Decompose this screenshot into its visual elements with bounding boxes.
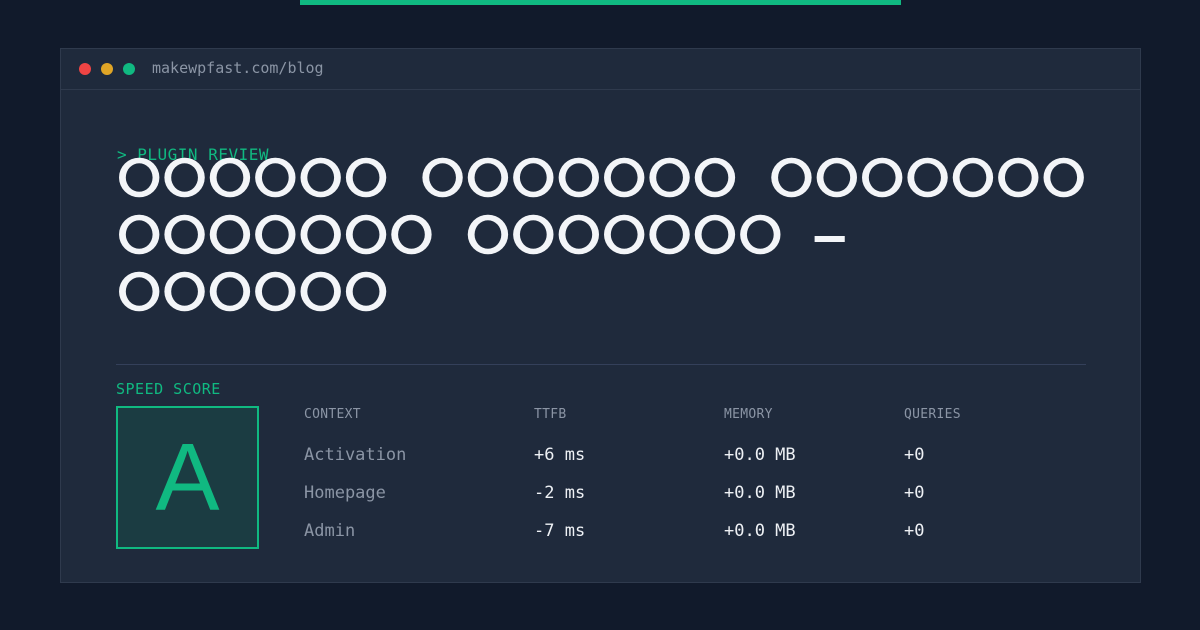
window-titlebar: makewpfast.com/blog <box>61 49 1140 90</box>
table-row: Activation +6 ms +0.0 MB +0 <box>304 443 1104 467</box>
speed-grade-badge: A <box>116 406 259 549</box>
column-header-context: CONTEXT <box>304 407 361 422</box>
article-title-line-2: ⵔⵔⵔⵔⵔⵔⵔ ⵔⵔⵔⵔⵔⵔⵔ — ⵔⵔⵔⵔⵔⵔ <box>117 207 846 322</box>
row-context: Homepage <box>304 483 386 503</box>
table-row: Admin -7 ms +0.0 MB +0 <box>304 519 1104 543</box>
article-title-line-1: ⵔⵔⵔⵔⵔⵔ ⵔⵔⵔⵔⵔⵔⵔ ⵔⵔⵔⵔⵔⵔⵔ <box>117 150 1087 208</box>
row-memory: +0.0 MB <box>724 521 796 541</box>
column-header-memory: MEMORY <box>724 407 773 422</box>
section-divider <box>116 364 1086 365</box>
row-context: Admin <box>304 521 356 541</box>
row-ttfb: -2 ms <box>534 483 586 503</box>
speed-score-label: SPEED SCORE <box>116 380 221 398</box>
row-memory: +0.0 MB <box>724 483 796 503</box>
top-accent-bar <box>300 0 901 5</box>
row-queries: +0 <box>904 445 925 465</box>
maximize-dot-icon <box>123 63 135 75</box>
row-queries: +0 <box>904 521 925 541</box>
close-dot-icon <box>79 63 91 75</box>
url-text: makewpfast.com/blog <box>152 59 324 77</box>
row-queries: +0 <box>904 483 925 503</box>
table-row: Homepage -2 ms +0.0 MB +0 <box>304 481 1104 505</box>
row-memory: +0.0 MB <box>724 445 796 465</box>
row-context: Activation <box>304 445 407 465</box>
performance-table: CONTEXT TTFB MEMORY QUERIES Activation +… <box>304 407 1104 552</box>
minimize-dot-icon <box>101 63 113 75</box>
browser-window-card: makewpfast.com/blog > PLUGIN REVIEW ⵔⵔⵔⵔ… <box>60 48 1141 583</box>
column-header-queries: QUERIES <box>904 407 961 422</box>
speed-grade-letter: A <box>155 424 220 531</box>
row-ttfb: +6 ms <box>534 445 586 465</box>
column-header-ttfb: TTFB <box>534 407 567 422</box>
article-title: ⵔⵔⵔⵔⵔⵔ ⵔⵔⵔⵔⵔⵔⵔ ⵔⵔⵔⵔⵔⵔⵔ ⵔⵔⵔⵔⵔⵔⵔ ⵔⵔⵔⵔⵔⵔⵔ —… <box>117 151 1097 322</box>
row-ttfb: -7 ms <box>534 521 586 541</box>
